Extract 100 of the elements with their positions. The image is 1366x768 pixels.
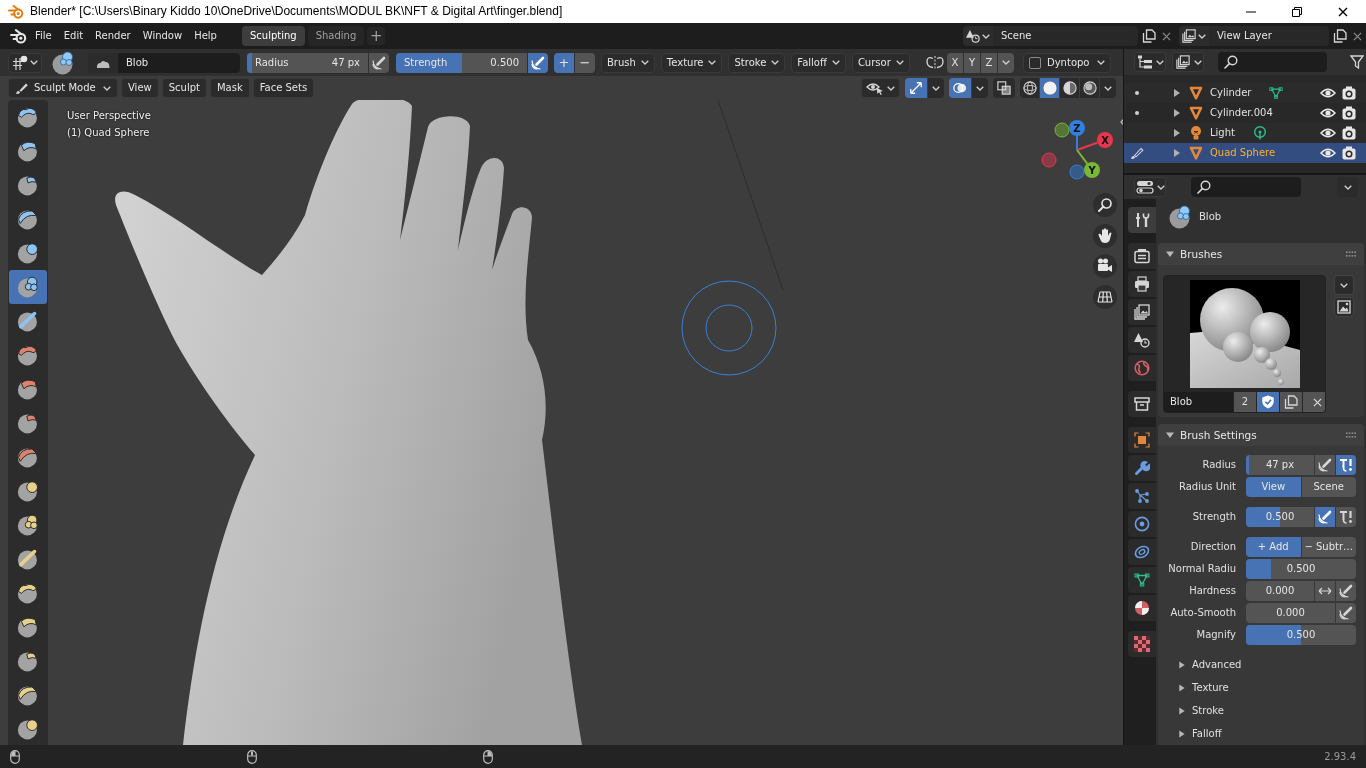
vertices-icon[interactable] xyxy=(1269,86,1284,100)
menu-button[interactable]: Mask xyxy=(209,78,250,98)
properties-tab[interactable] xyxy=(1128,567,1156,593)
eye-icon[interactable] xyxy=(1320,88,1336,98)
bulb-outline-icon[interactable] xyxy=(1252,126,1267,140)
expand-arrow-icon[interactable] xyxy=(1174,109,1180,117)
properties-tab[interactable] xyxy=(1128,243,1156,269)
direction-button[interactable]: + xyxy=(554,52,574,73)
checkbox[interactable] xyxy=(1029,56,1041,69)
menu-item[interactable]: Window xyxy=(136,26,189,46)
sculpt-tool-button[interactable] xyxy=(9,270,47,304)
menu-dropdown[interactable]: Stroke xyxy=(728,52,786,73)
shading-button[interactable] xyxy=(1080,78,1099,98)
properties-tab[interactable] xyxy=(1128,427,1156,453)
gizmo-toggle[interactable] xyxy=(905,78,927,98)
option-button[interactable]: − Subtr… xyxy=(1301,537,1356,557)
fake-user-toggle[interactable] xyxy=(1257,392,1279,412)
radius-slider[interactable]: Radius 47 px xyxy=(247,52,368,73)
brush-name-field[interactable]: Blob xyxy=(118,52,240,73)
axis-handle[interactable]: Y xyxy=(1076,149,1100,178)
restore-icon[interactable] xyxy=(1292,6,1302,17)
duplicate-icon[interactable] xyxy=(1142,29,1156,43)
camera-icon[interactable] xyxy=(1342,86,1356,100)
dyntopo-dropdown[interactable]: Dyntopo xyxy=(1023,52,1111,73)
pressure-toggle[interactable] xyxy=(1315,455,1335,475)
close-icon[interactable] xyxy=(1338,6,1348,17)
value-slider[interactable]: 0.000 xyxy=(1246,581,1314,601)
direction-button[interactable]: − xyxy=(575,52,595,73)
properties-tab[interactable] xyxy=(1128,483,1156,509)
menu-dropdown[interactable]: Cursor xyxy=(851,52,910,73)
option-button[interactable]: View xyxy=(1246,477,1301,497)
eye-icon[interactable] xyxy=(1320,108,1336,118)
menu-button[interactable]: View xyxy=(121,78,159,98)
zoom-icon[interactable] xyxy=(1093,193,1117,217)
pressure-toggle[interactable] xyxy=(1336,603,1356,623)
dropdown-button[interactable] xyxy=(1100,78,1116,98)
menu-item[interactable]: Render xyxy=(89,26,137,46)
subpanel-header[interactable]: Stroke xyxy=(1178,701,1224,720)
logo-icon[interactable] xyxy=(10,28,27,44)
properties-tab[interactable] xyxy=(1128,511,1156,537)
mode-dropdown[interactable]: Sculpt Mode xyxy=(8,78,118,98)
menu-button[interactable]: Sculpt xyxy=(161,78,207,98)
dot-icon[interactable] xyxy=(1135,111,1139,115)
brush-name-field[interactable]: Blob xyxy=(1164,392,1233,412)
subpanel-header[interactable]: Texture xyxy=(1178,678,1229,697)
brush-preview-drawing[interactable] xyxy=(1189,280,1300,388)
dropdown-button[interactable] xyxy=(972,78,988,98)
grid-icon[interactable] xyxy=(1093,285,1117,309)
mirror-icon[interactable] xyxy=(926,55,944,70)
eye-icon[interactable] xyxy=(1320,148,1336,158)
object-name[interactable]: Cylinder.004 xyxy=(1210,107,1273,119)
filter-dropdown[interactable] xyxy=(1172,52,1204,72)
bulb-icon[interactable] xyxy=(1189,126,1203,140)
menu-dropdown[interactable]: Brush xyxy=(601,52,655,73)
triangle-icon[interactable] xyxy=(1189,86,1203,100)
expand-arrow-icon[interactable] xyxy=(1174,129,1180,137)
axis-toggle[interactable]: Y xyxy=(964,52,980,73)
view-layer-field[interactable]: View Layer xyxy=(1209,26,1329,46)
camera-icon[interactable] xyxy=(1342,146,1356,160)
properties-tab[interactable] xyxy=(1128,595,1156,621)
properties-tab[interactable] xyxy=(1128,455,1156,481)
value-slider[interactable]: 0.500 xyxy=(1246,625,1356,645)
users-count[interactable]: 2 xyxy=(1234,392,1256,412)
subpanel-header[interactable]: Advanced xyxy=(1178,655,1242,674)
minimize-icon[interactable] xyxy=(1246,10,1256,13)
add-workspace-button[interactable]: + xyxy=(367,27,386,45)
menu-item[interactable]: File xyxy=(29,26,58,46)
visibility-dropdown[interactable] xyxy=(861,78,900,98)
dot-icon[interactable] xyxy=(1135,91,1139,95)
strength-slider[interactable]: Strength 0.500 xyxy=(396,52,527,73)
expand-arrow-icon[interactable] xyxy=(1174,89,1180,97)
value-slider[interactable]: 0.000 xyxy=(1246,603,1335,623)
value-slider[interactable]: 0.500 xyxy=(1246,559,1356,579)
triangle-icon[interactable] xyxy=(1189,146,1203,160)
dropdown-button[interactable] xyxy=(1334,275,1354,295)
display-mode-dropdown[interactable] xyxy=(1134,52,1166,72)
value-slider[interactable]: 0.500 xyxy=(1246,507,1314,527)
shading-button[interactable] xyxy=(1020,78,1039,98)
pressure-toggle[interactable] xyxy=(1315,507,1335,527)
shading-button[interactable] xyxy=(1060,78,1079,98)
properties-tab[interactable] xyxy=(1128,207,1156,233)
pressure-toggle[interactable] xyxy=(528,52,548,73)
camera-icon[interactable] xyxy=(1093,254,1117,278)
hand-icon[interactable] xyxy=(1093,224,1117,248)
menu-item[interactable]: Edit xyxy=(57,26,90,46)
menu-item[interactable]: Help xyxy=(188,26,223,46)
overlay-toggle[interactable] xyxy=(949,78,971,98)
view-layer-selector[interactable] xyxy=(1179,26,1209,46)
axis-toggle[interactable]: Z xyxy=(981,52,997,73)
axis-toggle[interactable]: X xyxy=(947,52,963,73)
search-field[interactable] xyxy=(1218,52,1327,72)
unified-toggle[interactable] xyxy=(1336,507,1356,527)
object-name[interactable]: Quad Sphere xyxy=(1210,147,1276,159)
unlink-button[interactable] xyxy=(1303,392,1325,412)
brush-icon[interactable] xyxy=(1130,146,1144,160)
pressure-toggle[interactable] xyxy=(369,52,389,73)
properties-tab[interactable] xyxy=(1128,271,1156,297)
properties-tab[interactable] xyxy=(1128,299,1156,325)
properties-tab[interactable] xyxy=(1128,391,1156,417)
workspace-tab[interactable]: Sculpting xyxy=(241,26,305,46)
